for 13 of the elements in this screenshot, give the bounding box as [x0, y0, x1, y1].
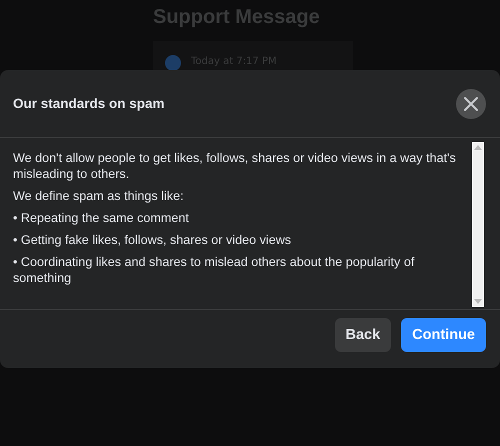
back-button[interactable]: Back [334, 318, 392, 352]
bullet-text: • Repeating the same comment [13, 210, 190, 226]
scrollbar[interactable] [472, 142, 484, 307]
dialog-title: Our standards on spam [13, 96, 165, 111]
bullet-text: • Getting fake likes, follows, shares or video views [13, 232, 292, 248]
close-icon [463, 96, 479, 112]
dialog-paragraph: We define spam as things like: [13, 188, 185, 204]
scroll-down-icon[interactable] [474, 299, 482, 304]
scroll-up-icon[interactable] [474, 145, 482, 150]
bullet-text: • Coordinating likes and shares to mislead others about the popularity of something [13, 254, 416, 286]
close-button[interactable] [456, 88, 486, 118]
avatar-icon [165, 55, 181, 71]
dialog-paragraph: We don't allow people to get likes, follows, shares or video views in a way that's misleading to others. [13, 150, 457, 182]
